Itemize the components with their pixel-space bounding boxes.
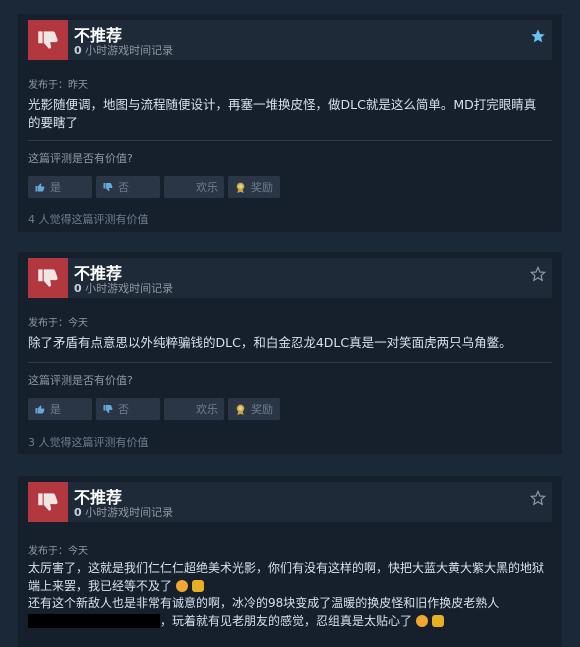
review-card: 不推荐 0 小时游戏时间记录 发布于：昨天 光影随便调，地图与流程随便设计，再塞… bbox=[18, 14, 562, 232]
divider bbox=[28, 140, 552, 141]
redacted-block bbox=[28, 614, 160, 628]
star-icon[interactable] bbox=[528, 488, 548, 508]
posted-date: 发布于：今天 bbox=[28, 546, 88, 557]
posted-date: 发布于：昨天 bbox=[28, 80, 88, 91]
thumbs-down-icon bbox=[28, 258, 68, 298]
thumbs-down-icon bbox=[103, 183, 113, 191]
review-card: 不推荐 0 小时游戏时间记录 发布于：今天 太厉害了，这就是我们仁仁仁超绝美术光… bbox=[18, 476, 562, 647]
vote-buttons: 是 否 欢乐 奖励 bbox=[28, 398, 280, 420]
thumbs-up-icon bbox=[35, 405, 45, 414]
thumbs-down-icon bbox=[103, 405, 113, 413]
helpful-count: 3 人觉得这篇评测有价值 bbox=[28, 436, 149, 449]
award-icon bbox=[236, 182, 245, 193]
thumbs-down-icon bbox=[28, 482, 68, 522]
thumbs-up-icon bbox=[35, 183, 45, 192]
review-header: 不推荐 0 小时游戏时间记录 bbox=[28, 20, 552, 60]
review-header: 不推荐 0 小时游戏时间记录 bbox=[28, 258, 552, 298]
helpful-question: 这篇评测是否有价值? bbox=[28, 374, 133, 387]
vote-buttons: 是 否 欢乐 奖励 bbox=[28, 176, 280, 198]
helpful-question: 这篇评测是否有价值? bbox=[28, 152, 133, 165]
ok-hand-icon bbox=[191, 580, 204, 592]
review-card: 不推荐 0 小时游戏时间记录 发布于：今天 除了矛盾有点意思以外纯粹骗钱的DLC… bbox=[18, 252, 562, 454]
review-text: 太厉害了，这就是我们仁仁仁超绝美术光影，你们有没有这样的啊，快把大蓝大黄大紫大黑… bbox=[28, 561, 545, 628]
divider bbox=[28, 362, 552, 363]
award-icon bbox=[236, 404, 245, 415]
ok-hand-icon bbox=[431, 615, 444, 627]
award-button[interactable]: 奖励 bbox=[228, 398, 280, 420]
vote-no-button[interactable]: 否 bbox=[96, 176, 160, 198]
laughing-face-icon bbox=[175, 580, 188, 592]
vote-funny-button[interactable]: 欢乐 bbox=[164, 398, 224, 420]
review-text: 除了矛盾有点意思以外纯粹骗钱的DLC，和白金忍龙4DLC真是一对笑面虎两只乌角鳖… bbox=[28, 335, 512, 350]
vote-funny-button[interactable]: 欢乐 bbox=[164, 176, 224, 198]
thumbs-down-icon bbox=[28, 20, 68, 60]
review-hours: 0 小时游戏时间记录 bbox=[74, 282, 174, 295]
posted-date: 发布于：今天 bbox=[28, 318, 88, 329]
star-icon[interactable] bbox=[528, 26, 548, 46]
review-hours: 0 小时游戏时间记录 bbox=[74, 506, 174, 519]
vote-yes-button[interactable]: 是 bbox=[28, 176, 92, 198]
star-icon[interactable] bbox=[528, 264, 548, 284]
vote-yes-button[interactable]: 是 bbox=[28, 398, 92, 420]
vote-no-button[interactable]: 否 bbox=[96, 398, 160, 420]
review-text: 光影随便调，地图与流程随便设计，再塞一堆换皮怪，做DLC就是这么简单。MD打完眼… bbox=[28, 97, 537, 130]
laughing-face-icon bbox=[415, 615, 428, 627]
helpful-count: 4 人觉得这篇评测有价值 bbox=[28, 213, 149, 226]
review-hours: 0 小时游戏时间记录 bbox=[74, 44, 174, 57]
award-button[interactable]: 奖励 bbox=[228, 176, 280, 198]
review-header: 不推荐 0 小时游戏时间记录 bbox=[28, 482, 552, 522]
